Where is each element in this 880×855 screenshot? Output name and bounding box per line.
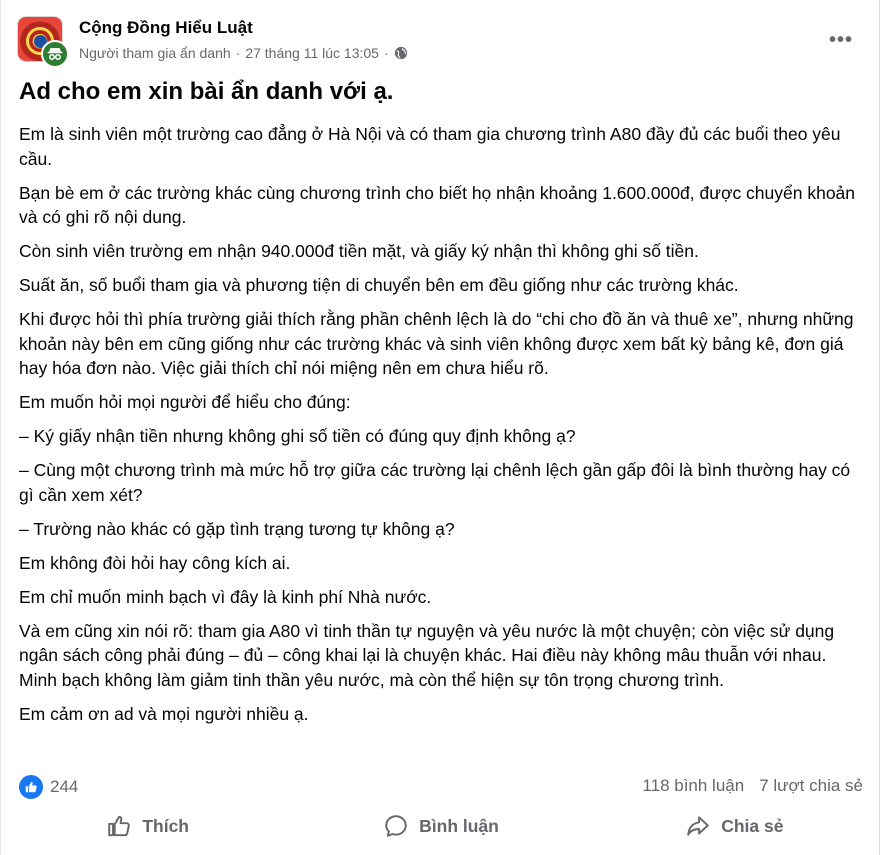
comment-count-link[interactable]: 118 bình luận bbox=[642, 776, 744, 796]
post-title: Ad cho em xin bài ẩn danh với ạ. bbox=[19, 78, 394, 105]
thumbs-up-icon bbox=[108, 815, 131, 837]
comment-icon bbox=[385, 815, 407, 837]
post-body: Em là sinh viên một trường cao đẳng ở Hà… bbox=[19, 122, 867, 736]
more-horizontal-icon: ••• bbox=[828, 28, 853, 51]
post-paragraph: Suất ăn, số buổi tham gia và phương tiện… bbox=[19, 275, 739, 295]
post-paragraph: Và em cũng xin nói rõ: tham gia A80 vì t… bbox=[19, 620, 835, 690]
post-paragraph: Còn sinh viên trường em nhận 940.000đ ti… bbox=[19, 241, 699, 261]
action-bar: Thích Bình luận Chia sẻ bbox=[1, 806, 880, 846]
share-count-link[interactable]: 7 lượt chia sẻ bbox=[759, 776, 863, 796]
comment-button[interactable]: Bình luận bbox=[294, 806, 587, 846]
post-paragraph: Em chỉ muốn minh bạch vì đây là kinh phí… bbox=[19, 586, 432, 607]
post-paragraph: Em muốn hỏi mọi người để hiểu cho đúng: bbox=[19, 392, 351, 412]
share-button[interactable]: Chia sẻ bbox=[588, 806, 880, 846]
post-paragraph: – Cùng một chương trình mà mức hỗ trợ gi… bbox=[19, 460, 851, 505]
avatar[interactable] bbox=[17, 16, 69, 68]
anonymous-participant-icon bbox=[41, 40, 69, 68]
like-reaction-icon bbox=[19, 775, 43, 799]
reaction-count: 244 bbox=[50, 777, 79, 796]
post-paragraph: Em không đòi hỏi hay công kích ai. bbox=[19, 552, 291, 573]
share-label: Chia sẻ bbox=[721, 815, 784, 836]
author-name[interactable]: Người tham gia ẩn danh bbox=[79, 45, 231, 61]
more-options-button[interactable]: ••• bbox=[823, 22, 859, 58]
separator: · bbox=[235, 45, 241, 61]
like-button[interactable]: Thích bbox=[1, 806, 294, 846]
post-paragraph: Em cảm ơn ad và mọi người nhiều ạ. bbox=[19, 703, 309, 724]
post-timestamp[interactable]: 27 tháng 11 lúc 13:05 bbox=[245, 45, 379, 61]
post-paragraph: Khi được hỏi thì phía trường giải thích … bbox=[19, 309, 854, 378]
post-card: Cộng Đồng Hiểu Luật Người tham gia ẩn da… bbox=[0, 0, 880, 855]
reaction-summary[interactable]: 244 bbox=[19, 774, 78, 800]
separator: · bbox=[383, 45, 389, 61]
comment-label: Bình luận bbox=[419, 815, 499, 836]
post-paragraph: Bạn bè em ở các trường khác cùng chương … bbox=[19, 182, 856, 228]
post-header: Cộng Đồng Hiểu Luật Người tham gia ẩn da… bbox=[17, 14, 867, 70]
engagement-counts: 118 bình luận 7 lượt chia sẻ bbox=[642, 776, 863, 796]
post-meta: Người tham gia ẩn danh · 27 tháng 11 lúc… bbox=[79, 45, 408, 61]
post-paragraph: – Trường nào khác có gặp tình trạng tươn… bbox=[19, 518, 455, 539]
share-icon bbox=[687, 816, 709, 836]
globe-icon bbox=[394, 46, 408, 60]
post-paragraph: – Ký giấy nhận tiền nhưng không ghi số t… bbox=[19, 426, 576, 446]
group-name[interactable]: Cộng Đồng Hiểu Luật bbox=[79, 18, 253, 38]
post-paragraph: Em là sinh viên một trường cao đẳng ở Hà… bbox=[19, 124, 841, 169]
like-label: Thích bbox=[142, 815, 189, 836]
